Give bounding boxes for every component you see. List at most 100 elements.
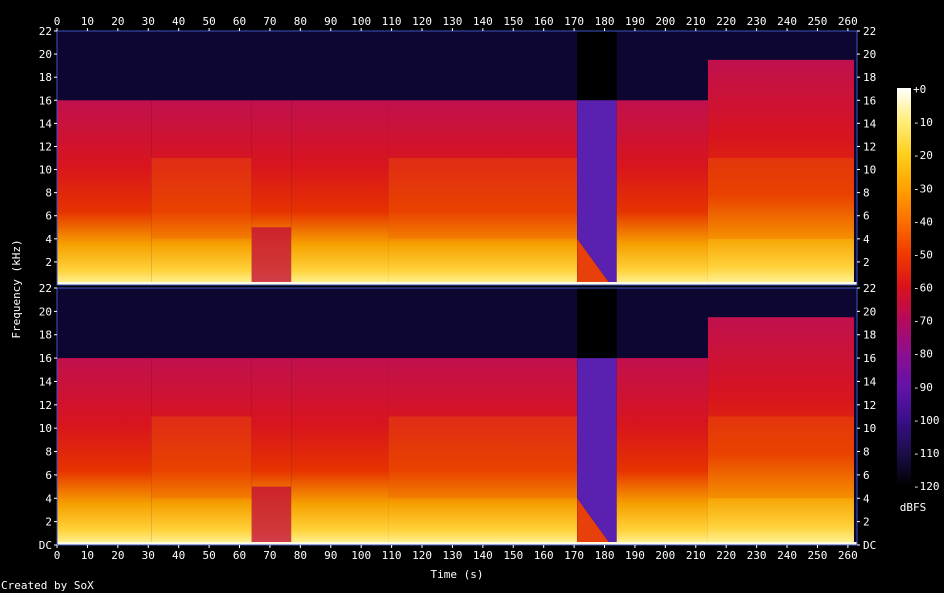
x-tick-label-bottom: 180 bbox=[595, 549, 615, 562]
colorbar-tick-label: -10 bbox=[913, 116, 933, 129]
x-tick-label-top: 230 bbox=[747, 15, 767, 28]
x-tick-label-top: 150 bbox=[503, 15, 523, 28]
y-tick-label-right: 2 bbox=[863, 516, 870, 529]
spectrum-segment bbox=[57, 358, 152, 545]
y-tick-label-right: 16 bbox=[863, 94, 876, 107]
x-tick-label-bottom: 190 bbox=[625, 549, 645, 562]
channel-2-panel bbox=[56, 287, 858, 546]
x-tick-label-bottom: 140 bbox=[473, 549, 493, 562]
x-tick-label-bottom: 230 bbox=[747, 549, 767, 562]
colorbar bbox=[897, 88, 911, 486]
y-tick-label-left: 4 bbox=[45, 492, 52, 505]
channel-1-panel bbox=[56, 30, 858, 286]
x-axis-label: Time (s) bbox=[431, 568, 484, 581]
quiet-segment-shade bbox=[251, 486, 292, 545]
spectrogram-chart: 0 10 20 30 40 50 60 70 80 90 100 110 120 130 140 150 160… bbox=[1, 15, 940, 592]
y-tick-label-right: 12 bbox=[863, 140, 876, 153]
loud-segment-highlight bbox=[388, 416, 578, 499]
colorbar-ticks: +0 -10 -20 -30 -40 -50 -60 -70 -80 -90 -100 -110 -12… bbox=[913, 83, 940, 493]
x-tick-label-bottom: 250 bbox=[808, 549, 828, 562]
x-tick-label-top: 180 bbox=[595, 15, 615, 28]
x-axis-bottom-ticks: 0 10 20 30 40 50 60 70 80 90 100 110 120 130 140 150 160… bbox=[54, 545, 858, 562]
colorbar-tick-label: -90 bbox=[913, 381, 933, 394]
x-tick-label-bottom: 130 bbox=[442, 549, 462, 562]
loud-segment-highlight bbox=[151, 158, 252, 239]
x-tick-label-top: 200 bbox=[655, 15, 675, 28]
channel-1-heatmap bbox=[57, 31, 857, 286]
x-tick-label-top: 60 bbox=[233, 15, 246, 28]
x-tick-label-bottom: 170 bbox=[564, 549, 584, 562]
loud-segment-highlight bbox=[707, 416, 854, 499]
x-tick-label-top: 20 bbox=[111, 15, 124, 28]
spectrum-segment bbox=[291, 100, 389, 285]
y-tick-label-right: DC bbox=[863, 539, 876, 552]
y-tick-label-left: 22 bbox=[39, 25, 52, 38]
colorbar-tick-label: -60 bbox=[913, 282, 933, 295]
y-tick-label-left: 12 bbox=[39, 399, 52, 412]
colorbar-tick-label: -120 bbox=[913, 480, 940, 493]
x-tick-label-top: 170 bbox=[564, 15, 584, 28]
x-tick-label-top: 130 bbox=[442, 15, 462, 28]
colorbar-tick-label: -80 bbox=[913, 348, 933, 361]
x-tick-label-top: 90 bbox=[324, 15, 337, 28]
x-tick-label-bottom: 70 bbox=[263, 549, 276, 562]
x-tick-label-bottom: 80 bbox=[294, 549, 307, 562]
x-tick-label-bottom: 260 bbox=[838, 549, 858, 562]
y-tick-label-left: 6 bbox=[45, 469, 52, 482]
x-tick-label-top: 140 bbox=[473, 15, 493, 28]
y-tick-label-right: 4 bbox=[863, 492, 870, 505]
x-tick-label-top: 10 bbox=[81, 15, 94, 28]
y-tick-label-right: 18 bbox=[863, 71, 876, 84]
loud-segment-highlight bbox=[151, 416, 252, 499]
y-tick-label-left: 22 bbox=[39, 282, 52, 295]
x-tick-label-bottom: 160 bbox=[534, 549, 554, 562]
x-tick-label-top: 160 bbox=[534, 15, 554, 28]
x-axis-top-ticks: 0 10 20 30 40 50 60 70 80 90 100 110 120 130 140 150 160… bbox=[54, 15, 858, 31]
x-tick-label-top: 210 bbox=[686, 15, 706, 28]
channel-2-heatmap bbox=[57, 288, 857, 545]
y-tick-label-right: 14 bbox=[863, 375, 877, 388]
spectrum-segment bbox=[291, 358, 389, 545]
spectrum-segment bbox=[57, 100, 152, 285]
x-tick-label-top: 100 bbox=[351, 15, 371, 28]
y-tick-label-left: 18 bbox=[39, 71, 52, 84]
y-tick-label-left: 2 bbox=[45, 256, 52, 269]
x-tick-label-bottom: 200 bbox=[655, 549, 675, 562]
x-tick-label-top: 260 bbox=[838, 15, 858, 28]
y-tick-label-left: 2 bbox=[45, 516, 52, 529]
y-tick-label-left: 10 bbox=[39, 164, 52, 177]
colorbar-tick-label: -70 bbox=[913, 315, 933, 328]
y-tick-label-right: 14 bbox=[863, 117, 877, 130]
y-tick-label-right: 20 bbox=[863, 48, 876, 61]
x-tick-label-bottom: 110 bbox=[382, 549, 402, 562]
colorbar-label: dBFS bbox=[900, 501, 927, 514]
x-tick-label-bottom: 50 bbox=[202, 549, 215, 562]
colorbar-tick-label: -50 bbox=[913, 248, 933, 261]
y-tick-label-left: 20 bbox=[39, 305, 52, 318]
y-tick-label-right: 6 bbox=[863, 210, 870, 223]
y-tick-label-left: 6 bbox=[45, 210, 52, 223]
spectrum-segment bbox=[616, 100, 708, 285]
spectrum-segment bbox=[616, 358, 708, 545]
y-tick-label-left: 16 bbox=[39, 352, 52, 365]
x-tick-label-bottom: 120 bbox=[412, 549, 432, 562]
x-tick-label-bottom: 220 bbox=[716, 549, 736, 562]
y-tick-label-left: 20 bbox=[39, 48, 52, 61]
colorbar-tick-label: +0 bbox=[913, 83, 926, 96]
y-tick-label-left: 18 bbox=[39, 329, 52, 342]
colorbar-tick-label: -20 bbox=[913, 149, 933, 162]
x-tick-label-top: 190 bbox=[625, 15, 645, 28]
y-tick-label-right: 22 bbox=[863, 282, 876, 295]
y-tick-label-left: 8 bbox=[45, 187, 52, 200]
x-tick-label-top: 220 bbox=[716, 15, 736, 28]
y-tick-label-left: 16 bbox=[39, 94, 52, 107]
y-tick-label-left: 12 bbox=[39, 140, 52, 153]
y-tick-label-left: 8 bbox=[45, 446, 52, 459]
y-tick-label-right: 8 bbox=[863, 446, 870, 459]
y-tick-label-right: 12 bbox=[863, 399, 876, 412]
x-tick-label-top: 80 bbox=[294, 15, 307, 28]
x-tick-label-bottom: 40 bbox=[172, 549, 185, 562]
quiet-segment-shade bbox=[251, 227, 292, 285]
y-tick-label-right: 10 bbox=[863, 164, 876, 177]
x-tick-label-bottom: 100 bbox=[351, 549, 371, 562]
